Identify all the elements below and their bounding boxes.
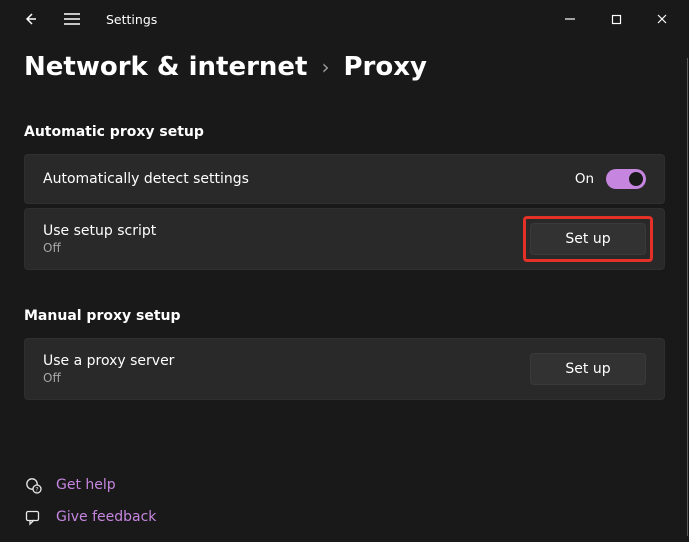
help-icon: ? bbox=[24, 476, 42, 494]
auto-detect-toggle[interactable] bbox=[606, 169, 646, 189]
breadcrumb-current: Proxy bbox=[343, 52, 426, 82]
toggle-knob bbox=[629, 172, 643, 186]
content-area: Automatic proxy setup Automatically dete… bbox=[0, 88, 689, 400]
setup-script-label: Use setup script bbox=[43, 223, 530, 239]
minimize-icon bbox=[564, 13, 576, 25]
close-icon bbox=[656, 13, 668, 25]
setup-script-card: Use setup script Off Set up bbox=[24, 208, 665, 270]
breadcrumb-parent[interactable]: Network & internet bbox=[24, 52, 307, 82]
get-help-label: Get help bbox=[56, 477, 116, 493]
proxy-server-sub: Off bbox=[43, 371, 530, 385]
minimize-button[interactable] bbox=[547, 3, 593, 35]
get-help-link[interactable]: ? Get help bbox=[24, 476, 156, 494]
menu-button[interactable] bbox=[52, 1, 92, 37]
footer-links: ? Get help Give feedback bbox=[24, 476, 156, 526]
maximize-icon bbox=[611, 14, 622, 25]
window-controls bbox=[547, 3, 685, 35]
proxy-server-card: Use a proxy server Off Set up bbox=[24, 338, 665, 400]
back-button[interactable] bbox=[12, 1, 48, 37]
close-button[interactable] bbox=[639, 3, 685, 35]
hamburger-icon bbox=[63, 12, 81, 26]
maximize-button[interactable] bbox=[593, 3, 639, 35]
feedback-icon bbox=[24, 508, 42, 526]
arrow-left-icon bbox=[22, 11, 38, 27]
auto-detect-state: On bbox=[575, 171, 594, 187]
manual-proxy-heading: Manual proxy setup bbox=[24, 308, 665, 324]
auto-detect-card: Automatically detect settings On bbox=[24, 154, 665, 204]
app-title: Settings bbox=[106, 12, 157, 27]
proxy-server-button[interactable]: Set up bbox=[530, 353, 646, 385]
scrollbar-track[interactable] bbox=[687, 58, 688, 536]
breadcrumb: Network & internet › Proxy bbox=[0, 38, 689, 88]
titlebar: Settings bbox=[0, 0, 689, 38]
auto-detect-label: Automatically detect settings bbox=[43, 171, 575, 187]
give-feedback-label: Give feedback bbox=[56, 509, 156, 525]
give-feedback-link[interactable]: Give feedback bbox=[24, 508, 156, 526]
proxy-server-label: Use a proxy server bbox=[43, 353, 530, 369]
auto-proxy-heading: Automatic proxy setup bbox=[24, 124, 665, 140]
chevron-right-icon: › bbox=[321, 55, 329, 79]
setup-script-button[interactable]: Set up bbox=[530, 223, 646, 255]
setup-script-sub: Off bbox=[43, 241, 530, 255]
annotation-highlight: Set up bbox=[523, 216, 653, 262]
svg-text:?: ? bbox=[35, 486, 38, 493]
